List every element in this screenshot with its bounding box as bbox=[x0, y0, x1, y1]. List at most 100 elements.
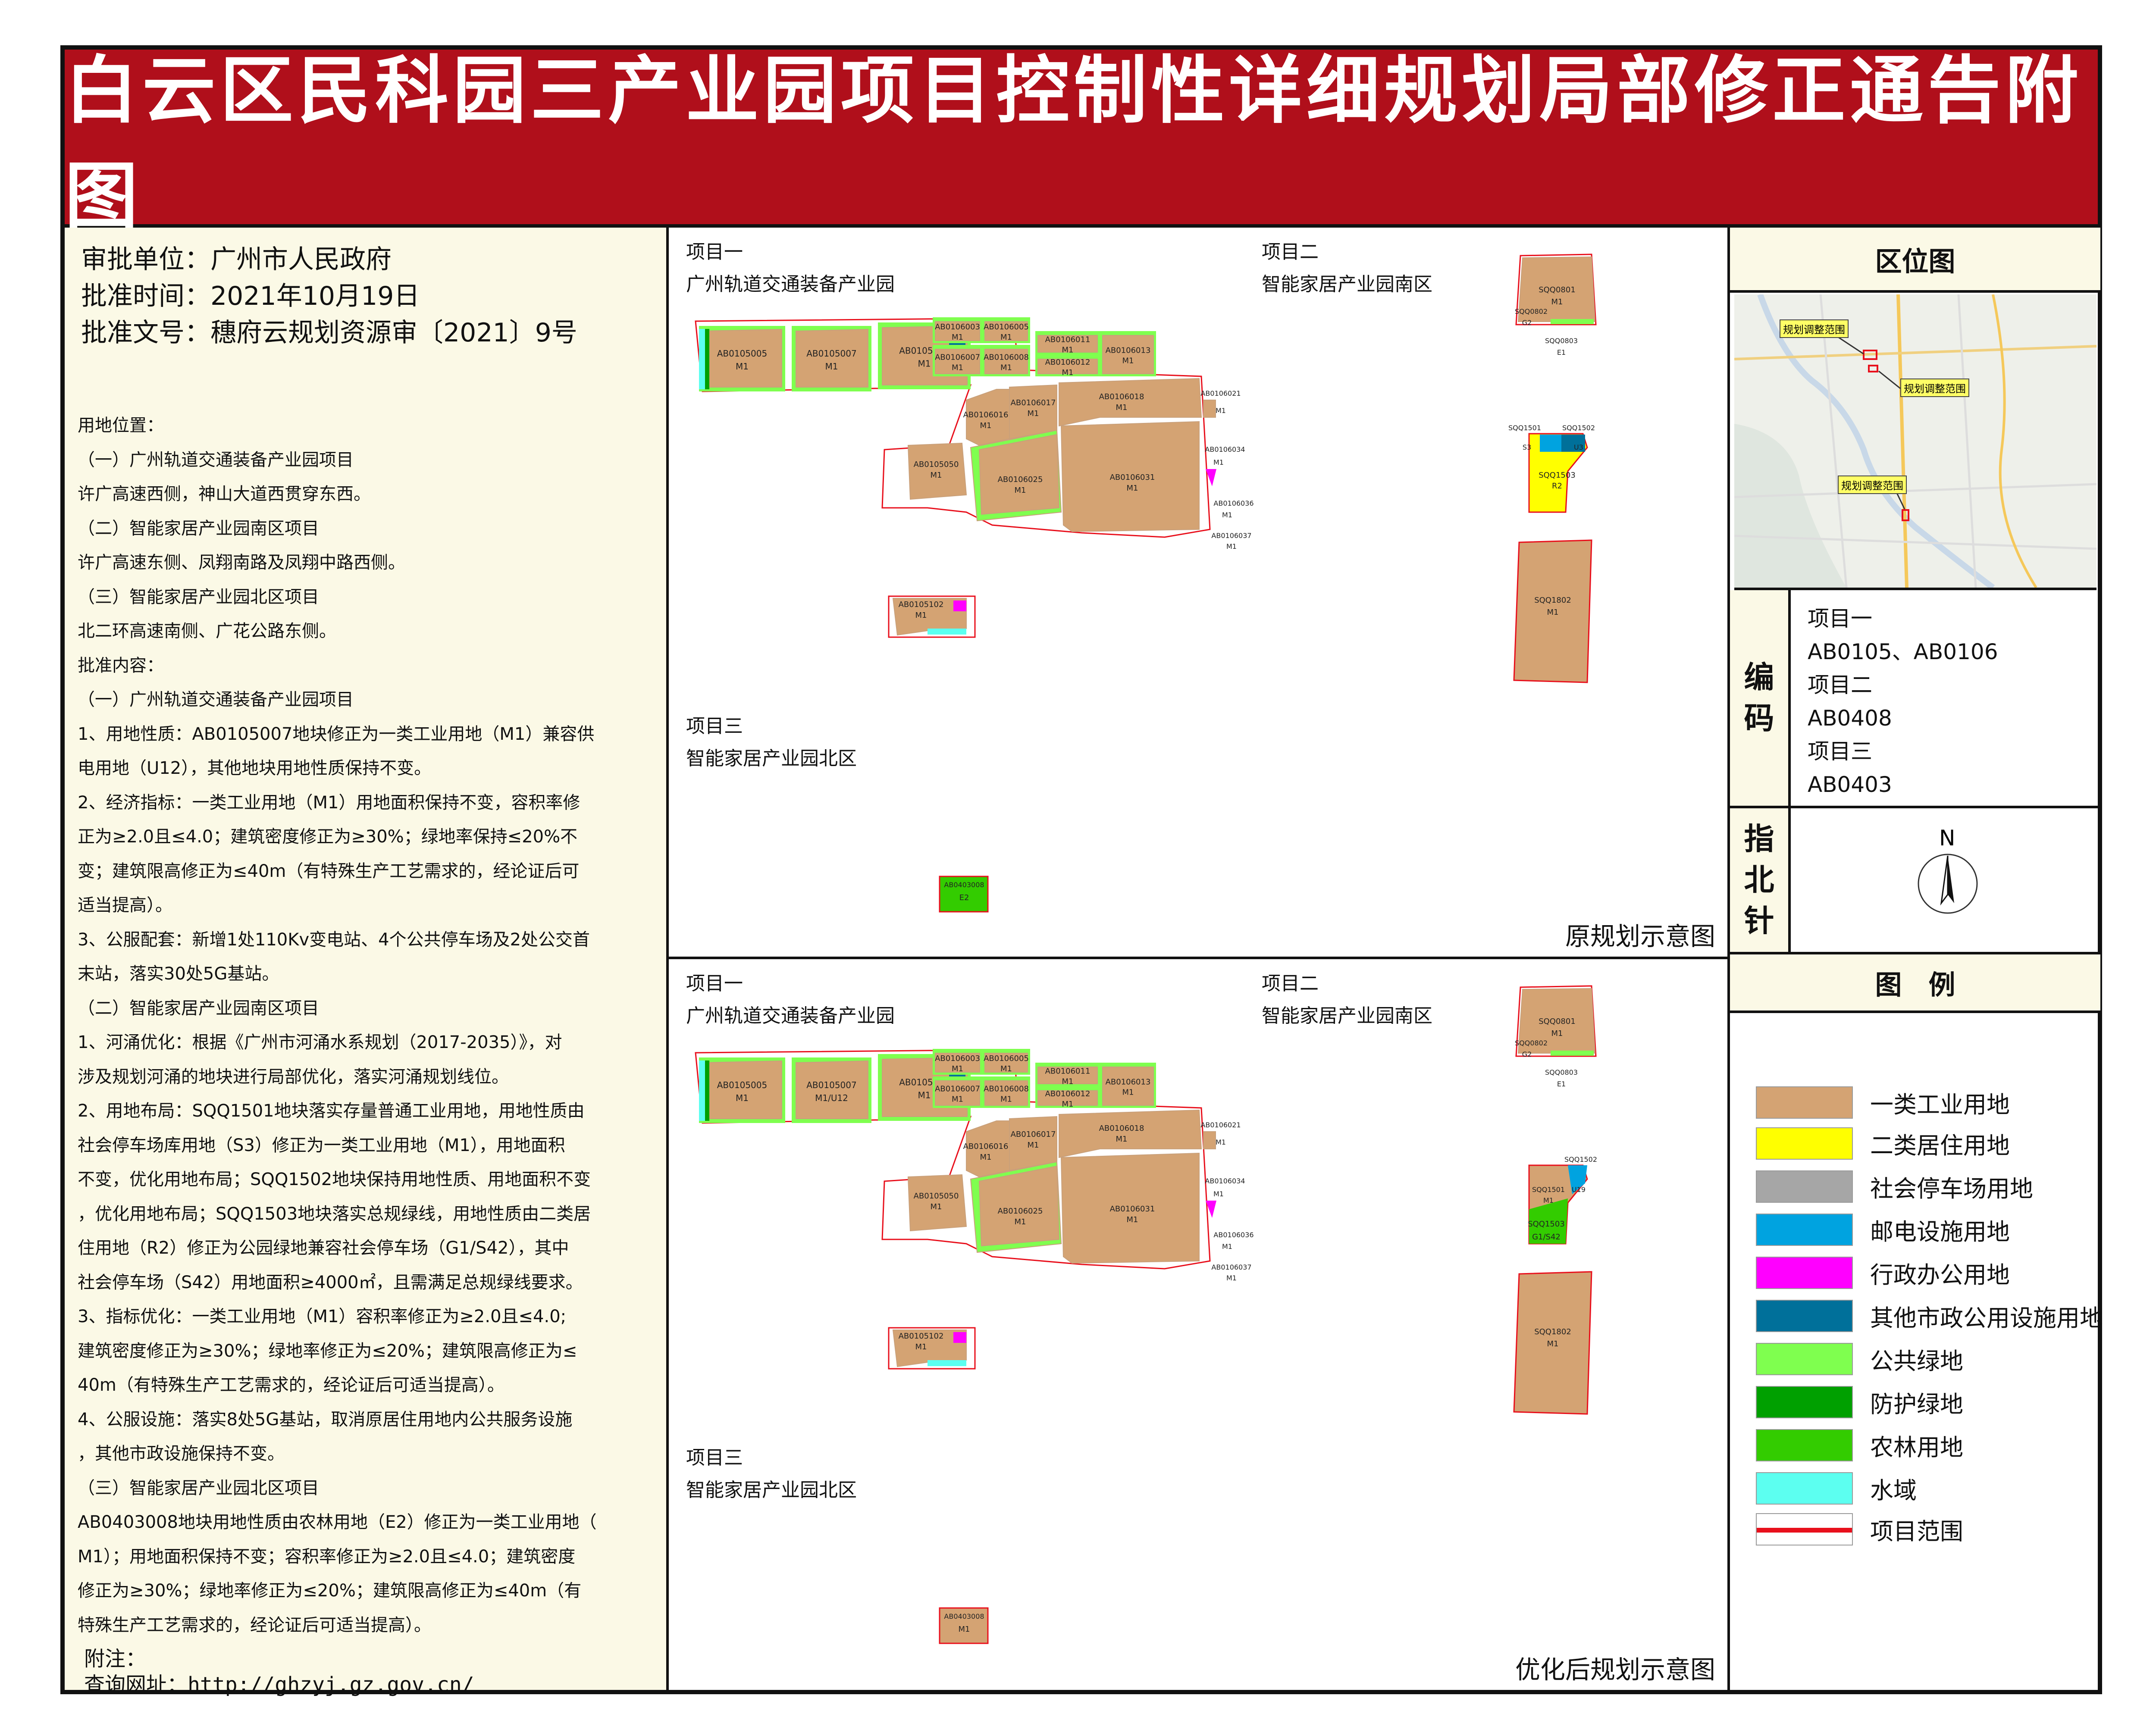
approval-line: 不变，优化用地布局；SQQ1502地块保持用地性质、用地面积不变 bbox=[78, 1170, 591, 1189]
legend-label: 邮电设施用地 bbox=[1870, 1218, 2010, 1245]
legend-item: 水域 bbox=[1756, 1472, 1917, 1505]
parcel-label: AB0106016 bbox=[963, 1142, 1009, 1151]
parcel-label: AB0106011 bbox=[1045, 1067, 1091, 1076]
approval-line: AB0403008地块用地性质由农林用地（E2）修正为一类工业用地（ bbox=[78, 1512, 597, 1532]
parcel-label: S3 bbox=[1523, 443, 1531, 451]
parcel-label: M1 bbox=[1015, 1217, 1026, 1226]
parcel-label: SQQ0803 bbox=[1545, 1068, 1578, 1076]
approval-line: （三）智能家居产业园北区项目 bbox=[78, 1478, 319, 1498]
parcel-label: M1 bbox=[918, 1090, 931, 1101]
legend-swatch bbox=[1756, 1214, 1853, 1246]
parcel-label: AB0106013 bbox=[1106, 1078, 1151, 1087]
approval-line: 1、河涌优化：根据《广州市河涌水系规划（2017-2035）》，对 bbox=[78, 1032, 562, 1052]
parcel-label: E1 bbox=[1557, 348, 1566, 357]
parcel-label: M1 bbox=[931, 1202, 942, 1211]
approval-line: 住用地（R2）修正为公园绿地兼容社会停车场（G1/S42），其中 bbox=[78, 1238, 569, 1258]
approval-line: 社会停车场库用地（S3）修正为一类工业用地（M1），用地面积 bbox=[78, 1135, 565, 1155]
legend-item: 一类工业用地 bbox=[1756, 1086, 2010, 1119]
approval-line: 特殊生产工艺需求的，经论证后可适当提高）。 bbox=[78, 1615, 431, 1635]
project1-title: 项目一 bbox=[686, 241, 743, 263]
parcel-label: AB0105005 bbox=[717, 348, 767, 359]
parcel-label: AB0106005 bbox=[984, 1054, 1029, 1063]
water-strip bbox=[928, 1360, 966, 1366]
approval-line: 4、公服设施：落实8处5G基站，取消原居住用地内公共服务设施 bbox=[78, 1409, 573, 1430]
parcel-label: M1/U12 bbox=[815, 1093, 848, 1103]
parcel-label: AB0106012 bbox=[1045, 358, 1091, 367]
parcel-label: M1 bbox=[952, 363, 963, 372]
parcel-label: M1 bbox=[825, 361, 838, 372]
parcel-label: AB0106012 bbox=[1045, 1089, 1091, 1098]
parcel-label: M1 bbox=[1551, 1029, 1563, 1038]
parcel-label: M1 bbox=[1062, 346, 1074, 355]
parcel-label: AB0106017 bbox=[1011, 1130, 1056, 1139]
optimized-plan-drawing: AB0105005M1AB0105007M1/U12AB0105010M1AB0… bbox=[695, 985, 1597, 1644]
parcel-label: SQQ1503 bbox=[1539, 471, 1576, 480]
location-map-drawing bbox=[1734, 294, 2096, 588]
parcel-label: AB0106016 bbox=[963, 410, 1009, 419]
parcel-label: SQQ0801 bbox=[1539, 285, 1576, 294]
parcel-label: M1 bbox=[1015, 486, 1026, 495]
parcel-label: AB0106036 bbox=[1213, 1231, 1253, 1239]
legend-label: 一类工业用地 bbox=[1870, 1091, 2010, 1118]
north-arrow-section: 指 北 针 N bbox=[1730, 808, 2100, 954]
location-tag-3: 规划调整范围 bbox=[1838, 476, 1907, 494]
parcel-label: M1 bbox=[1543, 1196, 1554, 1204]
parcel-label: AB0106025 bbox=[998, 1207, 1043, 1216]
legend-label: 农林用地 bbox=[1870, 1434, 1963, 1461]
map-sheet-frame: 白云区民科园三产业园项目控制性详细规划局部修正通告附图 审批单位：广州市人民政府… bbox=[60, 45, 2103, 1697]
parcel-label: M1 bbox=[1222, 1242, 1232, 1251]
legend-label: 防护绿地 bbox=[1870, 1391, 1963, 1418]
parcel-label: AB0105102 bbox=[899, 1332, 944, 1341]
legend-swatch bbox=[1756, 1257, 1853, 1289]
approval-date: 批准时间：2021年10月19日 bbox=[81, 281, 420, 311]
parcel-label: SQQ1501 bbox=[1508, 424, 1541, 432]
approval-line: 电用地（U12），其他地块用地性质保持不变。 bbox=[78, 758, 432, 778]
parcel-label: AB0105050 bbox=[914, 460, 959, 469]
parcel-label: M1 bbox=[1000, 333, 1012, 342]
parcel-label: AB0106037 bbox=[1211, 1263, 1251, 1271]
approval-line: 用地位置： bbox=[78, 416, 164, 435]
parcel-label: SQQ0802 bbox=[1515, 1039, 1548, 1047]
legend-item: 其他市政公用设施用地 bbox=[1756, 1300, 2103, 1332]
north-arrow-icon bbox=[1918, 854, 1978, 914]
query-url[interactable]: 查询网址：http://ghzyj.gz.gov.cn/ bbox=[84, 1667, 474, 1698]
approval-line: ，其他市政设施保持不变。 bbox=[78, 1444, 285, 1464]
parcel-label: G1/S42 bbox=[1532, 1233, 1561, 1242]
project1-name: 广州轨道交通装备产业园 bbox=[686, 1005, 895, 1027]
water-strip bbox=[699, 1061, 705, 1121]
parcel-label: AB0106021 bbox=[1200, 389, 1241, 397]
parcel-label: M1 bbox=[1551, 297, 1563, 307]
parcel-label: M1 bbox=[1127, 484, 1138, 493]
parcel-label: AB0106017 bbox=[1011, 398, 1056, 407]
legend-label: 社会停车场用地 bbox=[1870, 1175, 2033, 1202]
parcel-label: M1 bbox=[1062, 368, 1074, 377]
legend-swatch bbox=[1756, 1429, 1853, 1461]
project2-name: 智能家居产业园南区 bbox=[1262, 1005, 1432, 1027]
parcel-label: M1 bbox=[1000, 1064, 1012, 1073]
project3-name: 智能家居产业园北区 bbox=[686, 1479, 857, 1501]
legend-swatch bbox=[1756, 1300, 1853, 1332]
approval-line: （二）智能家居产业园南区项目 bbox=[78, 518, 319, 538]
parcel-label: G2 bbox=[1522, 1050, 1532, 1058]
approval-line: 2、用地布局：SQQ1501地块落实存量普通工业用地，用地性质由 bbox=[78, 1101, 585, 1121]
protective-green bbox=[705, 329, 709, 389]
project3-title: 项目三 bbox=[686, 715, 743, 737]
parcel-label: M1 bbox=[915, 611, 927, 620]
parcel-label: AB0106025 bbox=[998, 475, 1043, 484]
parcel-label: AB0106008 bbox=[984, 1085, 1029, 1094]
legend: 一类工业用地 二类居住用地 社会停车场用地 邮电设施用地 行政办公用地 其他市政公用设施用… bbox=[1730, 1013, 2103, 1690]
approval-text-panel: 审批单位：广州市人民政府 批准时间：2021年10月19日 批准文号：穗府云规划… bbox=[65, 228, 669, 1697]
approval-line: 批准内容： bbox=[78, 655, 164, 676]
optimized-plan-map: AB0105005 M1 AB0105007 M1/U12 AB0105010 M1 AB0… bbox=[669, 959, 1727, 1690]
green-strip bbox=[1551, 1051, 1594, 1056]
parcel-label: M1 bbox=[736, 361, 749, 372]
parcel-label: AB0106008 bbox=[984, 353, 1029, 362]
legend-item: 二类居住用地 bbox=[1756, 1127, 2010, 1160]
parcel-label: AB0403008 bbox=[944, 881, 984, 889]
approval-content: 用地位置： （一）广州轨道交通装备产业园项目 许广高速西侧，神山大道西贯穿东西。 （二… bbox=[78, 409, 655, 1642]
code-list: 项目一 AB0105、AB0106 项目二 AB0408 项目三 AB0403 bbox=[1808, 606, 1998, 797]
parcel-label: M1 bbox=[1116, 403, 1128, 412]
parcel-label: M1 bbox=[1213, 1190, 1224, 1198]
legend-item: 社会停车场用地 bbox=[1756, 1170, 2033, 1203]
approval-line: 40m（有特殊生产工艺需求的，经论证后可适当提高）。 bbox=[78, 1375, 505, 1395]
